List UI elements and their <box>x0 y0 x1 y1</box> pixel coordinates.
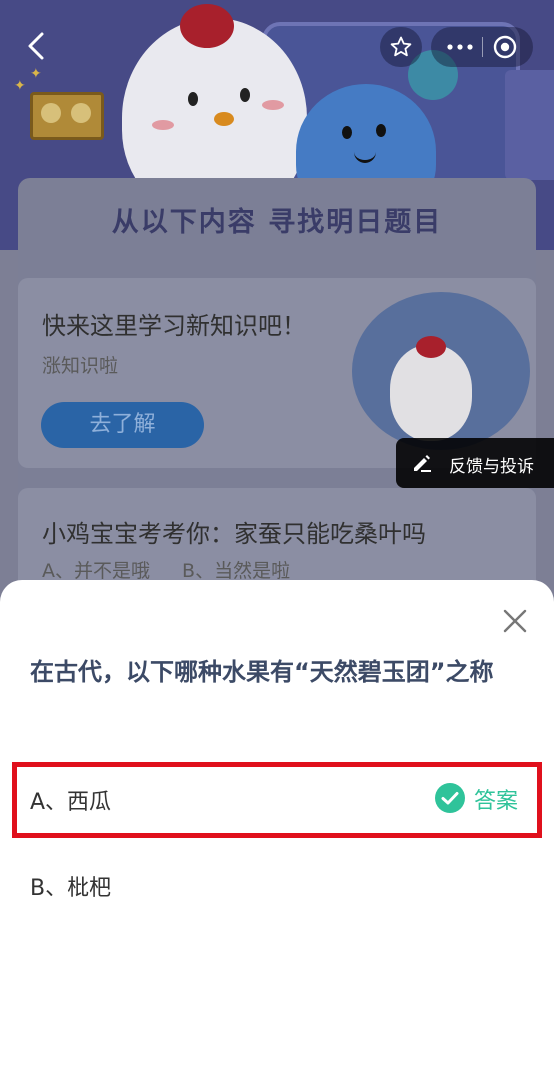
quiz-card-option-b[interactable]: B、当然是啦 <box>182 560 290 582</box>
chick-eye <box>188 92 198 106</box>
alien-eye <box>342 126 352 139</box>
learn-card-title: 快来这里学习新知识吧！ <box>42 312 306 340</box>
question-text: 在古代，以下哪种水果有“天然碧玉团”之称 <box>30 658 494 686</box>
reading-chick-illustration <box>390 345 472 441</box>
more-icon[interactable] <box>445 39 475 55</box>
star-icon <box>390 36 412 57</box>
mini-program-capsule <box>431 27 533 67</box>
check-circle-icon <box>434 782 466 814</box>
chick-cheek <box>152 120 174 130</box>
close-icon[interactable] <box>500 606 530 636</box>
feedback-label: 反馈与投诉 <box>449 457 534 477</box>
chick-cheek <box>262 100 284 110</box>
alien-eye <box>376 124 386 137</box>
learn-button[interactable]: 去了解 <box>41 402 204 448</box>
quiz-card-option-a[interactable]: A、并不是哦 <box>42 560 150 582</box>
chick-beak <box>214 112 234 126</box>
favorite-button[interactable] <box>380 27 422 67</box>
sparkle-icon: ✦ <box>14 78 26 94</box>
chick-comb <box>180 4 234 48</box>
back-icon[interactable] <box>20 28 56 64</box>
panel-title: 从以下内容 寻找明日题目 <box>111 207 443 238</box>
sparkle-icon: ✦ <box>30 66 42 82</box>
medal-frame-illustration <box>30 92 104 140</box>
learn-card-subtitle: 涨知识啦 <box>42 355 119 377</box>
option-b-label[interactable]: B、枇杷 <box>30 870 111 902</box>
option-a-label[interactable]: A、西瓜 <box>30 784 111 816</box>
target-icon[interactable] <box>493 35 517 59</box>
chick-eye <box>240 88 250 102</box>
capsule-divider <box>482 37 483 57</box>
quiz-page: ✦ ✦ 从以下内容 寻找明日题目 快来这里学习新知识吧！ 涨知识啦 去了解 小鸡… <box>0 0 554 1080</box>
reading-chick-comb <box>416 336 446 358</box>
quiz-card-options: A、并不是哦 B、当然是啦 <box>42 556 316 583</box>
answer-badge: 答案 <box>474 789 519 814</box>
edit-icon <box>414 455 431 472</box>
tablet-illustration-side <box>505 70 554 180</box>
quiz-card-title: 小鸡宝宝考考你：家蚕只能吃桑叶吗 <box>42 520 426 548</box>
